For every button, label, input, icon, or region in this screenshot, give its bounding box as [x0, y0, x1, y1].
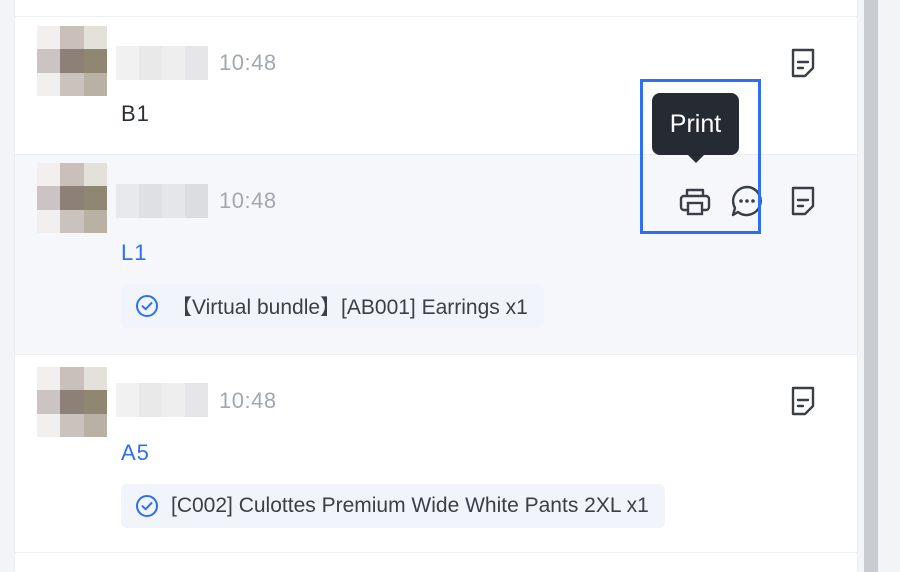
note-button[interactable]	[785, 183, 821, 219]
check-circle-icon	[136, 495, 158, 517]
check-circle-icon	[136, 295, 158, 317]
order-code-link[interactable]: L1	[121, 240, 147, 266]
avatar	[37, 367, 107, 437]
note-icon	[791, 186, 815, 216]
note-button[interactable]	[785, 45, 821, 81]
list-item[interactable]: 10:48 A5 [C002] Culottes Premium Wide Wh…	[15, 355, 857, 553]
order-item-text: [C002] Culottes Premium Wide White Pants…	[171, 494, 649, 517]
timestamp: 10:48	[219, 388, 277, 413]
highlight-box	[640, 79, 761, 234]
scrollbar[interactable]	[864, 0, 878, 572]
avatar	[37, 163, 107, 233]
avatar	[37, 26, 107, 96]
order-code: B1	[121, 101, 150, 126]
order-code-link[interactable]: A5	[121, 440, 150, 466]
window-edge	[878, 0, 900, 572]
order-item: [C002] Culottes Premium Wide White Pants…	[121, 484, 665, 528]
user-name-redacted	[116, 46, 208, 80]
timestamp: 10:48	[219, 188, 277, 213]
user-name-redacted	[116, 383, 208, 417]
order-item: 【Virtual bundle】[AB001] Earrings x1	[121, 284, 544, 328]
note-icon	[791, 48, 815, 78]
user-name-redacted	[116, 184, 208, 218]
note-icon	[791, 386, 815, 416]
order-item-text: 【Virtual bundle】[AB001] Earrings x1	[171, 296, 528, 319]
timestamp: 10:48	[219, 50, 277, 75]
note-button[interactable]	[785, 383, 821, 419]
